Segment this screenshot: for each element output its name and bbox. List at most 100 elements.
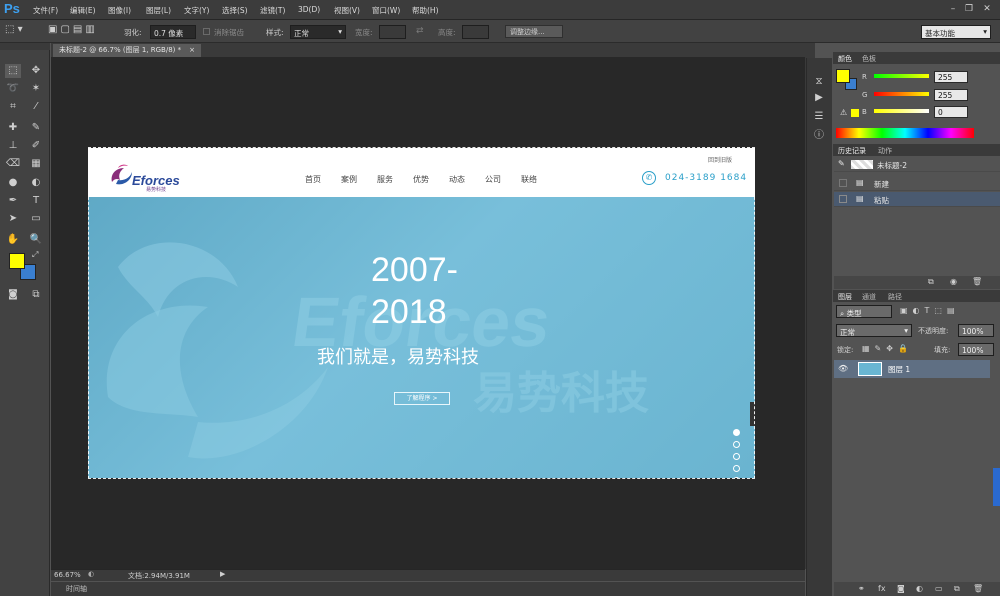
layer-row[interactable]: 👁 图层 1: [834, 360, 990, 378]
quick-mask-icon[interactable]: ◙: [5, 288, 21, 302]
tab-color[interactable]: 颜色: [838, 54, 852, 64]
tab-history[interactable]: 历史记录: [838, 146, 866, 156]
eye-icon[interactable]: 👁: [838, 364, 848, 373]
menu-select[interactable]: 选择(S): [222, 5, 248, 16]
history-panel-icon[interactable]: ⧖: [811, 75, 827, 89]
document-canvas[interactable]: Eforces 易势科技 回到旧版 首页 案例 服务 优势 动态 公司 联络 ✆…: [88, 148, 755, 478]
menu-edit[interactable]: 编辑(E): [70, 5, 96, 16]
status-menu-arrow-icon[interactable]: ▶: [220, 570, 225, 578]
link-layers-icon[interactable]: ⚭: [858, 584, 865, 593]
slider-dot[interactable]: [733, 465, 740, 472]
info-panel-icon[interactable]: ⓘ: [811, 129, 827, 143]
swap-dimensions-icon[interactable]: ⇄: [416, 26, 424, 36]
history-checkbox[interactable]: [839, 179, 847, 187]
menu-type[interactable]: 文字(Y): [184, 5, 209, 16]
style-select[interactable]: 正常 ▾: [290, 25, 346, 39]
nav-company[interactable]: 公司: [485, 174, 501, 185]
healing-brush-tool-icon[interactable]: ✚: [5, 121, 21, 135]
tools-panel-grip[interactable]: [0, 43, 50, 50]
eraser-tool-icon[interactable]: ⌫: [5, 157, 21, 171]
properties-panel-icon[interactable]: ☰: [811, 110, 827, 124]
height-input[interactable]: [462, 25, 489, 39]
color-foreground-swatch[interactable]: [836, 69, 850, 83]
layer-style-icon[interactable]: fx: [878, 584, 886, 593]
eyedropper-tool-icon[interactable]: ⁄: [28, 100, 44, 114]
foreground-color-swatch[interactable]: [9, 253, 25, 269]
layer-filter-icons[interactable]: ▣◐T⬚▤: [900, 306, 960, 315]
r-slider[interactable]: [874, 74, 929, 78]
menu-filter[interactable]: 滤镜(T): [260, 5, 285, 16]
b-input[interactable]: 0: [934, 106, 968, 118]
rectangle-tool-icon[interactable]: ▭: [28, 212, 44, 226]
blur-tool-icon[interactable]: ●: [5, 176, 21, 190]
menu-view[interactable]: 视图(V): [334, 5, 360, 16]
crop-tool-icon[interactable]: ⌗: [5, 100, 21, 114]
tab-actions[interactable]: 动作: [878, 146, 892, 156]
nav-advantages[interactable]: 优势: [413, 174, 429, 185]
side-widget[interactable]: [993, 468, 1000, 506]
menu-file[interactable]: 文件(F): [33, 5, 58, 16]
slider-dot-active[interactable]: [733, 429, 740, 436]
gamut-warning-icon[interactable]: ⚠: [840, 108, 847, 117]
slider-dot[interactable]: [733, 477, 740, 478]
lock-icons[interactable]: ▦✎✥🔒: [862, 344, 913, 353]
gamut-color-swatch[interactable]: [851, 109, 859, 117]
antialias-checkbox[interactable]: [203, 28, 210, 35]
marquee-preset-icon[interactable]: ⬚ ▾: [5, 24, 33, 39]
actions-panel-icon[interactable]: ▶: [811, 91, 827, 105]
r-input[interactable]: 255: [934, 71, 968, 83]
type-tool-icon[interactable]: T: [28, 194, 44, 208]
menu-window[interactable]: 窗口(W): [372, 5, 400, 16]
nav-home[interactable]: 首页: [305, 174, 321, 185]
path-selection-tool-icon[interactable]: ➤: [5, 212, 21, 226]
lasso-tool-icon[interactable]: ➰: [5, 82, 21, 96]
opacity-input[interactable]: 100%: [958, 324, 994, 337]
nav-services[interactable]: 服务: [377, 174, 393, 185]
selection-mode-icons[interactable]: ▣▢▤▥: [48, 24, 110, 39]
zoom-level[interactable]: 66.67%: [54, 571, 81, 579]
menu-help[interactable]: 帮助(H): [412, 5, 439, 16]
brush-tool-icon[interactable]: ✎: [28, 121, 44, 135]
nav-news[interactable]: 动态: [449, 174, 465, 185]
history-checkbox[interactable]: [839, 195, 847, 203]
b-slider[interactable]: [874, 109, 929, 113]
nav-cases[interactable]: 案例: [341, 174, 357, 185]
clone-stamp-tool-icon[interactable]: ⊥: [5, 139, 21, 153]
refine-edge-button[interactable]: 调整边缘...: [505, 25, 563, 38]
timeline-label[interactable]: 时间轴: [66, 584, 87, 594]
feather-input[interactable]: 0.7 像素: [150, 25, 196, 39]
tab-swatches[interactable]: 色板: [862, 54, 876, 64]
tab-layers[interactable]: 图层: [838, 292, 852, 302]
screen-mode-icon[interactable]: ⧉: [28, 288, 44, 302]
close-icon[interactable]: ✕: [980, 4, 994, 15]
slider-dot[interactable]: [733, 441, 740, 448]
zoom-tool-icon[interactable]: 🔍: [28, 233, 44, 247]
g-input[interactable]: 255: [934, 89, 968, 101]
nav-contact[interactable]: 联络: [521, 174, 537, 185]
close-tab-icon[interactable]: ×: [189, 46, 195, 54]
new-document-from-state-icon[interactable]: ⧉: [928, 277, 934, 287]
slider-dot[interactable]: [733, 453, 740, 460]
trash-icon[interactable]: 🗑: [972, 277, 982, 286]
marquee-tool-icon[interactable]: ⬚: [5, 64, 21, 78]
history-snapshot-row[interactable]: ✎ 未标题-2: [834, 157, 1000, 172]
history-item[interactable]: ▤ 新建: [834, 176, 1000, 191]
magic-wand-tool-icon[interactable]: ✶: [28, 82, 44, 96]
gradient-tool-icon[interactable]: ▦: [28, 157, 44, 171]
hand-tool-icon[interactable]: ✋: [5, 233, 21, 247]
blend-mode-select[interactable]: 正常 ▾: [836, 324, 912, 337]
g-slider[interactable]: [874, 92, 929, 96]
hero-learn-more-button[interactable]: 了解程序 >: [394, 392, 450, 405]
new-layer-icon[interactable]: ⧉: [954, 584, 960, 594]
menu-3d[interactable]: 3D(D): [298, 5, 320, 14]
tab-paths[interactable]: 路径: [888, 292, 902, 302]
dodge-tool-icon[interactable]: ◐: [28, 176, 44, 190]
minimize-icon[interactable]: –: [946, 4, 960, 15]
menu-image[interactable]: 图像(I): [108, 5, 131, 16]
old-version-link[interactable]: 回到旧版: [708, 155, 732, 164]
layer-mask-icon[interactable]: ◙: [897, 584, 905, 593]
document-tab[interactable]: 未标题-2 @ 66.7% (图层 1, RGB/8) * ×: [53, 44, 201, 57]
fill-input[interactable]: 100%: [958, 343, 994, 356]
history-item-active[interactable]: ▤ 粘贴: [834, 192, 1000, 207]
adjustment-layer-icon[interactable]: ◐: [916, 584, 923, 593]
